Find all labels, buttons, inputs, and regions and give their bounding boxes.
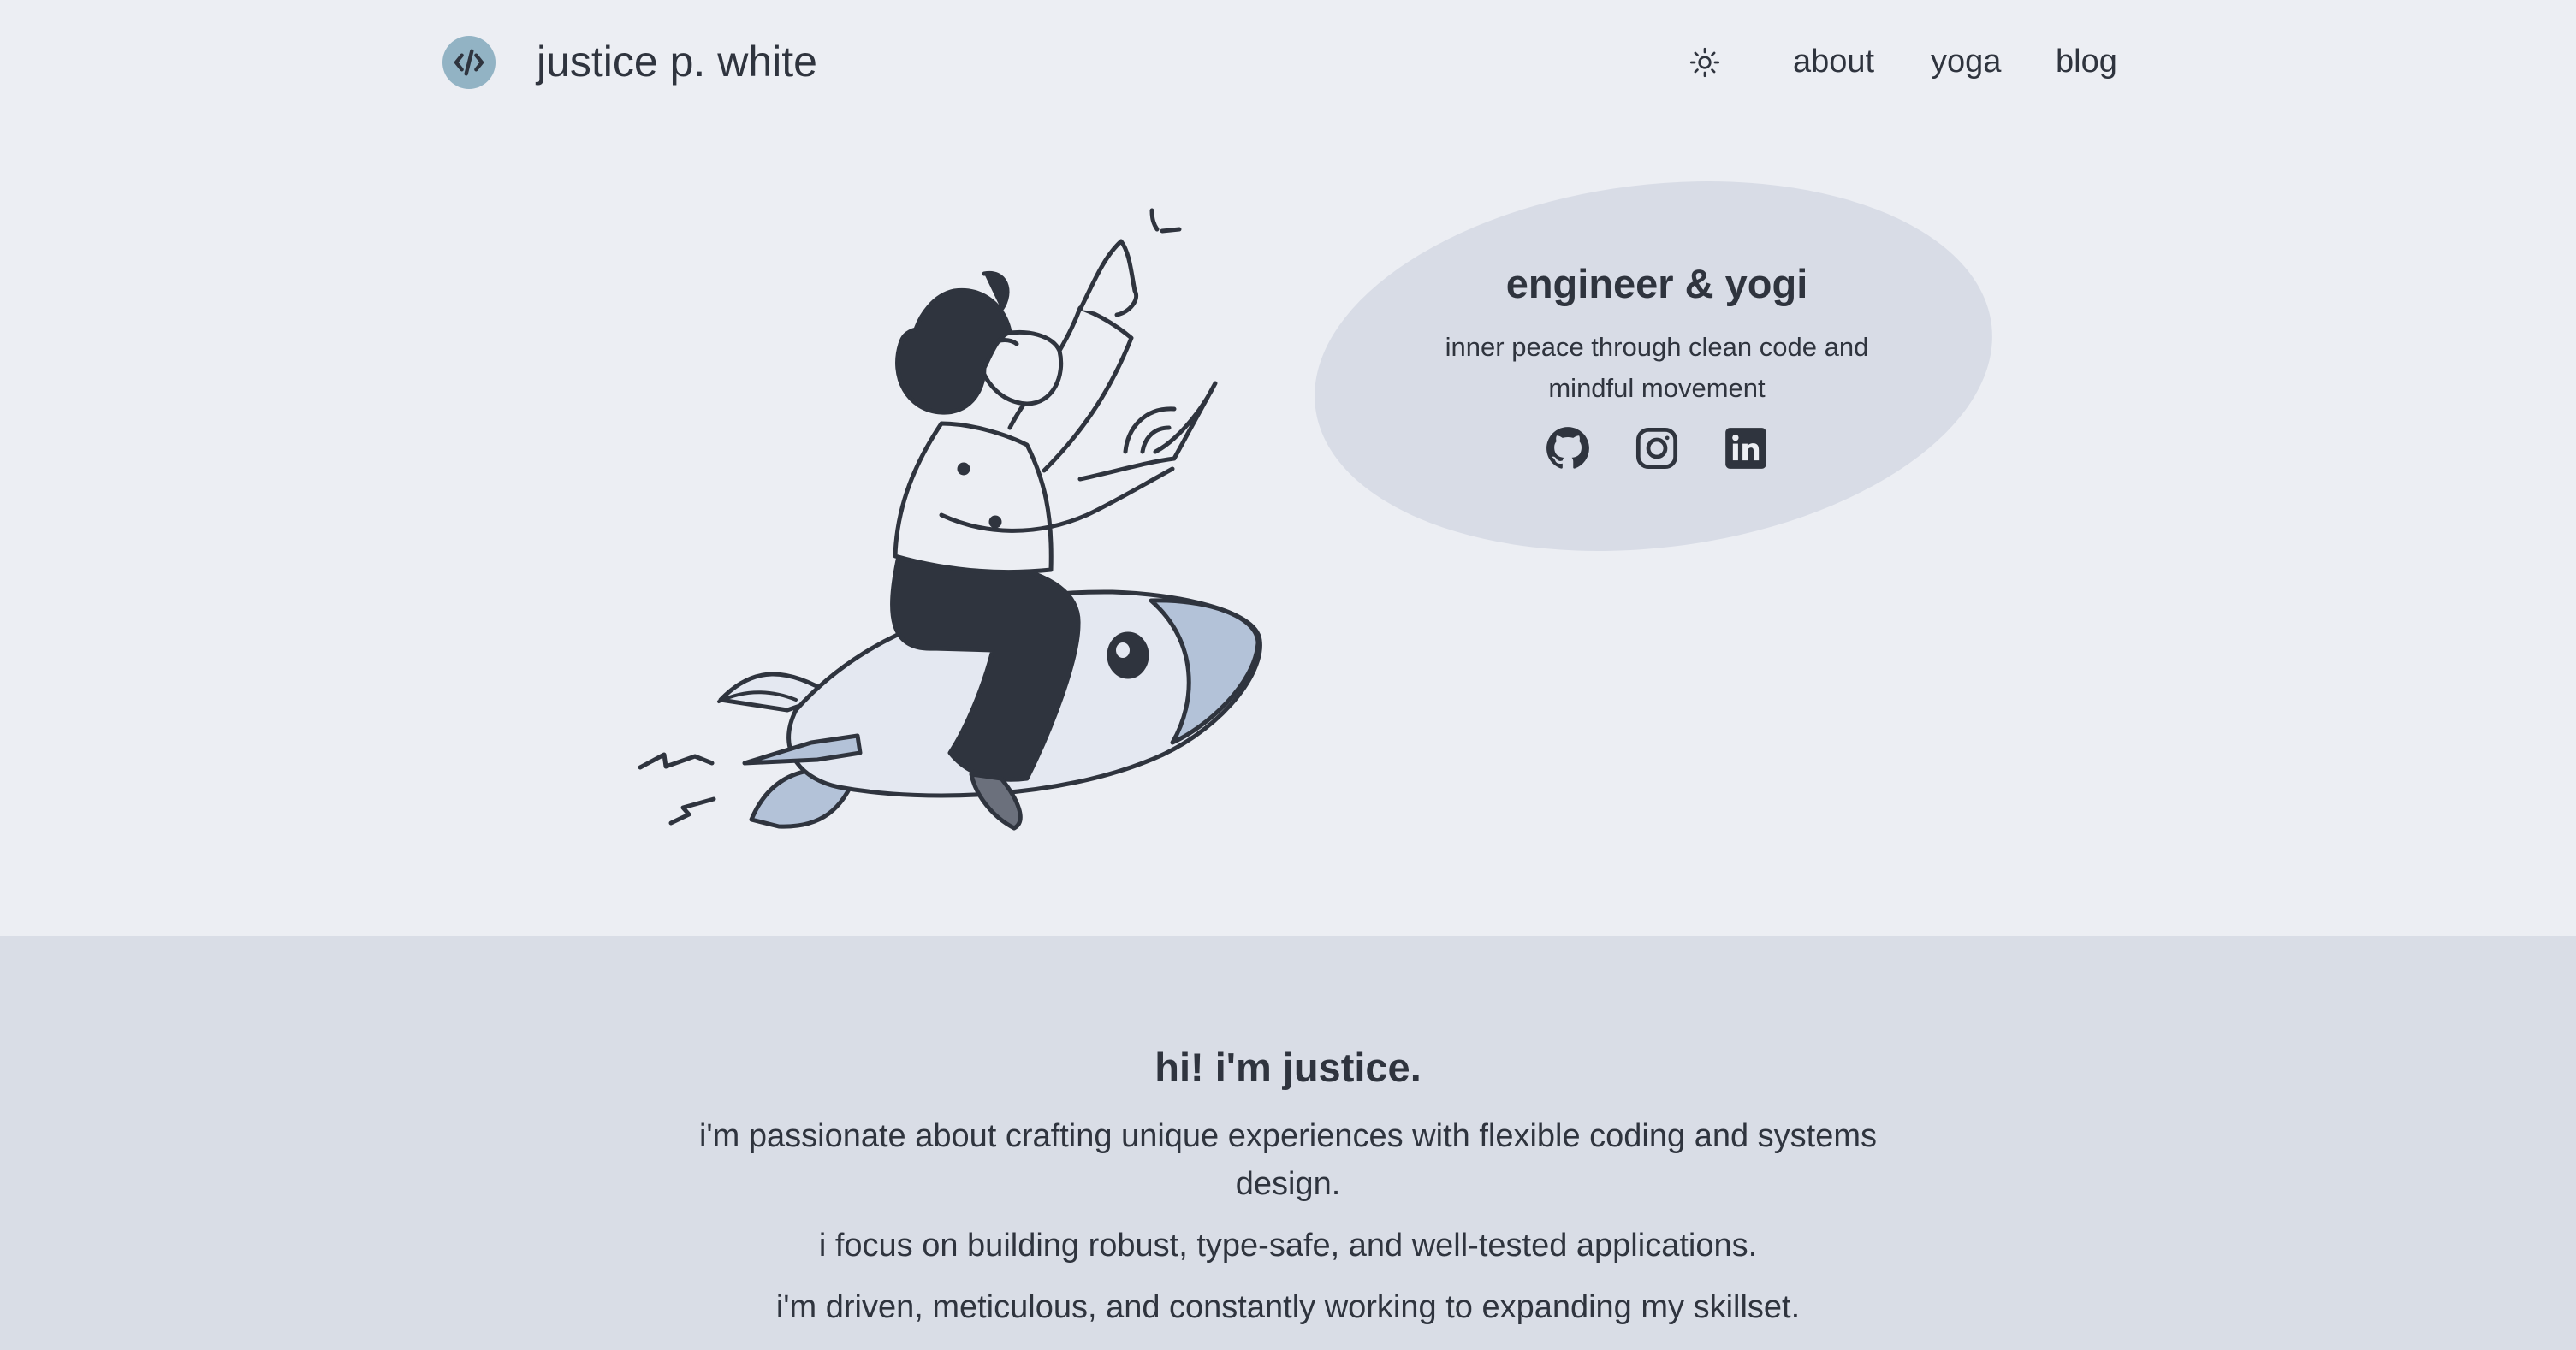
site-header: justice p. white about yoga blog [0,0,2576,120]
nav-about-link[interactable]: about [1793,38,1874,86]
logo-link[interactable] [442,36,496,89]
instagram-link[interactable] [1635,426,1679,471]
hero-intro-card: engineer & yogi inner peace through clea… [1352,257,1962,471]
about-intro-content: hi! i'm justice. i'm passionate about cr… [689,1042,1887,1331]
instagram-icon [1635,427,1678,470]
nav-yoga-link[interactable]: yoga [1931,38,2001,86]
intro-paragraph: i'm driven, meticulous, and constantly w… [775,1289,1801,1325]
hero-tagline: inner peace through clean code and mindf… [1445,332,1869,403]
linkedin-link[interactable] [1724,426,1768,471]
hero-heading: engineer & yogi [1505,261,1808,306]
site-title[interactable]: justice p. white [537,33,817,91]
github-icon [1546,427,1589,469]
sun-icon [1689,47,1720,78]
intro-heading: hi! i'm justice. [1154,1045,1422,1090]
intro-paragraph: i'm passionate about crafting unique exp… [698,1118,1878,1202]
nav-blog-link[interactable]: blog [2056,38,2117,86]
person-riding-rocket-illustration [633,195,1284,838]
social-links [1352,426,1962,471]
code-icon [454,49,484,76]
linkedin-icon [1725,428,1766,469]
github-link[interactable] [1546,426,1590,471]
theme-toggle-button[interactable] [1686,44,1724,81]
about-intro-section: hi! i'm justice. i'm passionate about cr… [0,936,2576,1350]
intro-paragraph: i focus on building robust, type-safe, a… [818,1228,1758,1264]
